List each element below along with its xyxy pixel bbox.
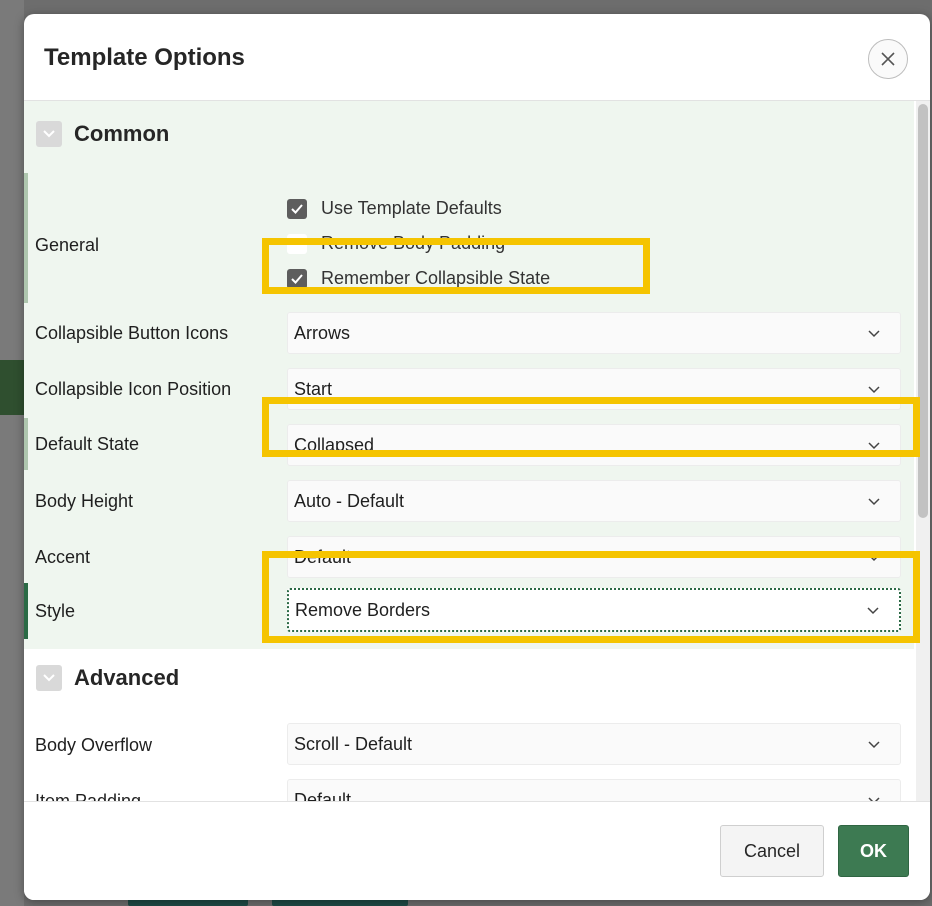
- row-general: General Use Template Defaults Remove Bod…: [24, 173, 914, 303]
- select-body-height[interactable]: Auto - Default: [287, 480, 901, 522]
- select-default-state[interactable]: Collapsed: [287, 424, 901, 466]
- cancel-button[interactable]: Cancel: [720, 825, 824, 877]
- select-collapsible-icon-position[interactable]: Start: [287, 368, 901, 410]
- row-body-overflow: Body Overflow Scroll - Default: [24, 721, 914, 771]
- select-value: Arrows: [294, 322, 351, 343]
- chevron-down-icon: [868, 442, 880, 450]
- row-marker: [24, 583, 28, 639]
- row-marker: [24, 418, 28, 470]
- scrollbar-thumb[interactable]: [918, 104, 928, 518]
- select-value: Default: [294, 546, 352, 567]
- row-label: Style: [35, 601, 76, 621]
- dialog-header: Template Options: [24, 14, 930, 101]
- checkbox-remember-collapsible-state[interactable]: Remember Collapsible State: [287, 268, 550, 289]
- row-label: Body Height: [35, 491, 134, 511]
- select-value: Start: [294, 378, 333, 399]
- select-collapsible-button-icons[interactable]: Arrows: [287, 312, 901, 354]
- dialog-body[interactable]: Common General Use Template Defaults Rem…: [24, 101, 930, 801]
- checkbox-unchecked[interactable]: [287, 233, 307, 254]
- row-label-general: General: [35, 235, 100, 255]
- close-button[interactable]: [868, 39, 908, 79]
- row-label: Accent: [35, 547, 91, 567]
- check-icon: [291, 203, 303, 214]
- select-body-overflow[interactable]: Scroll - Default: [287, 723, 901, 765]
- row-accent: Accent Default: [24, 532, 914, 582]
- row-label: Body Overflow: [35, 735, 153, 755]
- template-options-dialog: Template Options Common General Use Temp…: [24, 14, 930, 900]
- select-accent[interactable]: Default: [287, 536, 901, 578]
- row-item-padding: Item Padding Default: [24, 777, 914, 801]
- select-value: Scroll - Default: [294, 733, 413, 754]
- dialog-footer: Cancel OK: [24, 801, 930, 900]
- checkbox-label: Remember Collapsible State: [321, 268, 551, 288]
- row-style: Style Remove Borders: [24, 583, 914, 643]
- row-label: Default State: [35, 434, 140, 454]
- chevron-down-icon: [868, 741, 880, 749]
- backdrop-strip: [0, 0, 24, 906]
- group-advanced-title: Advanced: [74, 665, 180, 690]
- select-style[interactable]: Remove Borders: [287, 588, 901, 632]
- chevron-down-icon: [868, 386, 880, 394]
- chevron-down-icon: [868, 797, 880, 801]
- ok-button[interactable]: OK: [838, 825, 909, 877]
- checkbox-remove-body-padding[interactable]: Remove Body Padding: [287, 233, 505, 254]
- chevron-down-icon: [867, 607, 879, 615]
- select-value: Default: [294, 789, 352, 802]
- group-common-title: Common: [74, 121, 170, 146]
- dialog-title: Template Options: [44, 44, 245, 71]
- chevron-down-icon[interactable]: [36, 121, 62, 147]
- row-body-height: Body Height Auto - Default: [24, 476, 914, 526]
- checkbox-checked[interactable]: [287, 198, 307, 219]
- select-value: Collapsed: [294, 434, 375, 455]
- check-icon: [291, 273, 303, 284]
- group-advanced: Advanced Body Overflow Scroll - Default …: [24, 649, 914, 801]
- backdrop-green-block: [0, 360, 24, 415]
- row-collapsible-button-icons: Collapsible Button Icons Arrows: [24, 308, 914, 358]
- checkbox-use-template-defaults[interactable]: Use Template Defaults: [287, 198, 502, 219]
- chevron-down-icon: [868, 330, 880, 338]
- group-common: Common General Use Template Defaults Rem…: [24, 101, 914, 649]
- checkbox-label: Use Template Defaults: [321, 198, 502, 218]
- chevron-down-icon: [868, 498, 880, 506]
- select-value: Auto - Default: [294, 490, 405, 511]
- checkbox-checked[interactable]: [287, 268, 307, 289]
- row-label: Item Padding: [35, 791, 142, 801]
- chevron-down-icon[interactable]: [36, 665, 62, 691]
- group-common-header[interactable]: Common: [36, 121, 169, 147]
- row-collapsible-icon-position: Collapsible Icon Position Start: [24, 364, 914, 414]
- scrollbar[interactable]: [916, 101, 930, 801]
- row-label: Collapsible Icon Position: [35, 379, 232, 399]
- chevron-down-icon: [868, 554, 880, 562]
- select-value: Remove Borders: [295, 599, 431, 620]
- row-default-state: Default State Collapsed: [24, 414, 914, 470]
- close-icon: [881, 52, 895, 66]
- row-label: Collapsible Button Icons: [35, 323, 229, 343]
- group-advanced-header[interactable]: Advanced: [36, 665, 179, 691]
- checkbox-label: Remove Body Padding: [321, 233, 506, 253]
- select-item-padding[interactable]: Default: [287, 779, 901, 801]
- row-marker: [24, 173, 28, 303]
